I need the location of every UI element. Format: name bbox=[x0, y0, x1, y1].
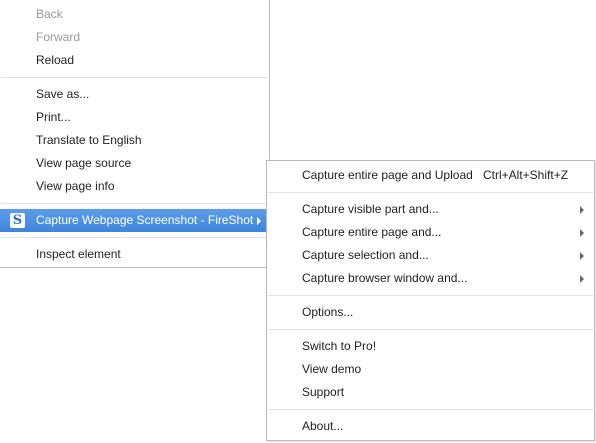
menu-item-inspect[interactable]: Inspect element bbox=[0, 243, 269, 266]
chevron-right-icon bbox=[580, 252, 584, 260]
submenu-item-capture-window-label: Capture browser window and... bbox=[302, 271, 468, 285]
menu-separator bbox=[268, 409, 593, 410]
menu-separator bbox=[1, 77, 268, 78]
chevron-right-icon bbox=[257, 217, 261, 225]
menu-item-forward: Forward bbox=[0, 26, 269, 49]
submenu-item-switch-pro[interactable]: Switch to Pro! bbox=[267, 335, 594, 358]
menu-item-fireshot-label: Capture Webpage Screenshot - FireShot bbox=[36, 213, 254, 227]
menu-separator bbox=[1, 237, 268, 238]
menu-item-inspect-label: Inspect element bbox=[36, 247, 121, 261]
submenu-item-view-demo-label: View demo bbox=[302, 362, 362, 376]
menu-item-fireshot[interactable]: S Capture Webpage Screenshot - FireShot bbox=[0, 209, 269, 232]
menu-item-view-source[interactable]: View page source bbox=[0, 152, 269, 175]
fireshot-logo-icon: S bbox=[10, 213, 25, 228]
shortcut-label: Ctrl+Alt+Shift+Z bbox=[483, 168, 569, 182]
submenu-item-support[interactable]: Support bbox=[267, 381, 594, 404]
chevron-right-icon bbox=[580, 275, 584, 283]
submenu-item-capture-selection[interactable]: Capture selection and... bbox=[267, 244, 594, 267]
chevron-right-icon bbox=[580, 206, 584, 214]
menu-item-print-label: Print... bbox=[36, 110, 71, 124]
menu-item-save-as[interactable]: Save as... bbox=[0, 83, 269, 106]
submenu-item-options-label: Options... bbox=[302, 305, 354, 319]
menu-item-translate[interactable]: Translate to English bbox=[0, 129, 269, 152]
submenu-item-capture-upload[interactable]: Capture entire page and Upload Ctrl+Alt+… bbox=[267, 164, 594, 187]
submenu-item-switch-pro-label: Switch to Pro! bbox=[302, 339, 377, 353]
submenu-item-capture-visible-label: Capture visible part and... bbox=[302, 202, 439, 216]
submenu-item-options[interactable]: Options... bbox=[267, 301, 594, 324]
menu-item-translate-label: Translate to English bbox=[36, 133, 142, 147]
menu-item-forward-label: Forward bbox=[36, 30, 81, 44]
submenu-item-capture-entire-label: Capture entire page and... bbox=[302, 225, 442, 239]
submenu-item-support-label: Support bbox=[302, 385, 345, 399]
submenu-item-about-label: About... bbox=[302, 419, 344, 433]
submenu-item-capture-entire[interactable]: Capture entire page and... bbox=[267, 221, 594, 244]
menu-item-view-info-label: View page info bbox=[36, 179, 115, 193]
menu-item-view-source-label: View page source bbox=[36, 156, 132, 170]
submenu-item-capture-selection-label: Capture selection and... bbox=[302, 248, 429, 262]
menu-separator bbox=[1, 203, 268, 204]
fireshot-submenu: Capture entire page and Upload Ctrl+Alt+… bbox=[266, 160, 595, 441]
menu-item-reload-label: Reload bbox=[36, 53, 75, 67]
context-menu: Back Forward Reload Save as... Print... … bbox=[0, 0, 270, 268]
submenu-item-capture-upload-label: Capture entire page and Upload bbox=[302, 168, 473, 182]
menu-item-back: Back bbox=[0, 3, 269, 26]
menu-item-print[interactable]: Print... bbox=[0, 106, 269, 129]
menu-separator bbox=[268, 192, 593, 193]
menu-separator bbox=[268, 329, 593, 330]
submenu-item-view-demo[interactable]: View demo bbox=[267, 358, 594, 381]
submenu-item-capture-visible[interactable]: Capture visible part and... bbox=[267, 198, 594, 221]
menu-item-back-label: Back bbox=[36, 7, 63, 21]
menu-item-save-as-label: Save as... bbox=[36, 87, 90, 101]
menu-item-reload[interactable]: Reload bbox=[0, 49, 269, 72]
submenu-item-about[interactable]: About... bbox=[267, 415, 594, 438]
menu-item-view-info[interactable]: View page info bbox=[0, 175, 269, 198]
menu-separator bbox=[268, 295, 593, 296]
chevron-right-icon bbox=[580, 229, 584, 237]
submenu-item-capture-window[interactable]: Capture browser window and... bbox=[267, 267, 594, 290]
